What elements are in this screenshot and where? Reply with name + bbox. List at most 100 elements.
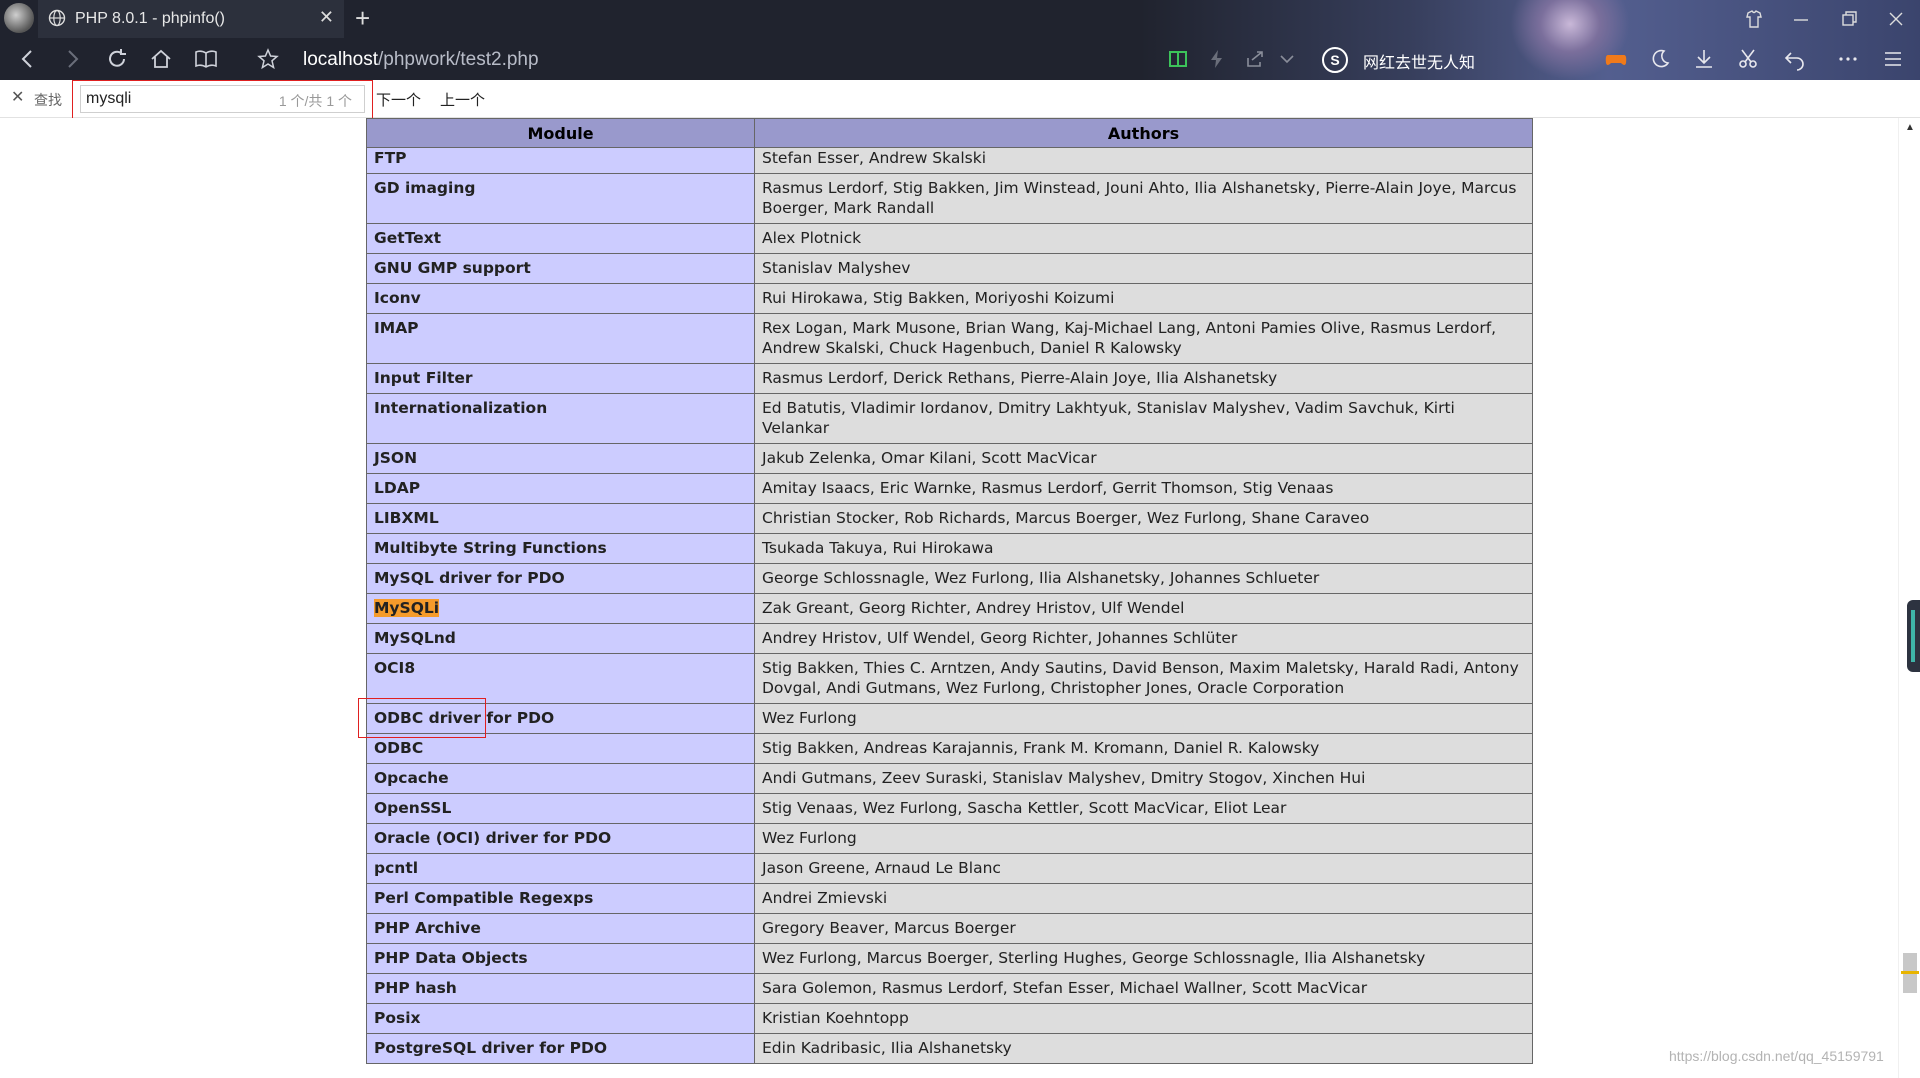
table-row: ODBC Stig Bakken, Andreas Karajannis, Fra…	[366, 733, 1533, 764]
module-name: Input Filter	[374, 369, 473, 387]
authors-cell: Stig Bakken, Thies C. Arntzen, Andy Saut…	[754, 653, 1533, 704]
scissors-icon[interactable]	[1736, 47, 1760, 71]
table-row: ODBC driver for PDO Wez Furlong	[366, 703, 1533, 734]
table-row: OCI8 Stig Bakken, Thies C. Arntzen, Andy …	[366, 653, 1533, 704]
table-row: Multibyte String Functions Tsukada Takuya…	[366, 533, 1533, 564]
lightning-icon[interactable]	[1205, 47, 1229, 71]
module-cell: Perl Compatible Regexps	[366, 883, 755, 914]
globe-icon	[48, 9, 66, 27]
module-cell: Opcache	[366, 763, 755, 794]
module-cell: IMAP	[366, 313, 755, 364]
module-cell: pcntl	[366, 853, 755, 884]
search-engine-icon[interactable]: S	[1322, 47, 1348, 73]
module-cell: GetText	[366, 223, 755, 254]
news-ticker[interactable]: 网红去世无人知	[1363, 49, 1475, 73]
home-icon[interactable]	[149, 47, 173, 71]
download-icon[interactable]	[1692, 47, 1716, 71]
tab-title: PHP 8.0.1 - phpinfo()	[75, 10, 226, 27]
table-header-row: Module Authors	[366, 118, 1533, 148]
compat-mode-icon[interactable]	[1166, 47, 1190, 71]
module-cell: MySQL driver for PDO	[366, 563, 755, 594]
table-row: MySQL driver for PDO George Schlossnagle,…	[366, 563, 1533, 594]
close-find-icon[interactable]: ✕	[11, 87, 24, 107]
reader-icon[interactable]	[194, 47, 218, 71]
table-row: Posix Kristian Koehntopp	[366, 1003, 1533, 1034]
module-name: GNU GMP support	[374, 259, 531, 277]
module-name: OpenSSL	[374, 799, 452, 817]
authors-cell: Kristian Koehntopp	[754, 1003, 1533, 1034]
module-cell: OCI8	[366, 653, 755, 704]
authors-cell: Stanislav Malyshev	[754, 253, 1533, 284]
module-cell: Oracle (OCI) driver for PDO	[366, 823, 755, 854]
forward-icon[interactable]	[60, 47, 84, 71]
side-panel-tab[interactable]	[1907, 600, 1920, 672]
authors-cell: Tsukada Takuya, Rui Hirokawa	[754, 533, 1533, 564]
find-next-button[interactable]: 下一个	[376, 89, 421, 110]
module-name: Internationalization	[374, 399, 548, 417]
restore-icon[interactable]	[1840, 9, 1858, 29]
vertical-scrollbar[interactable]: ▲	[1898, 118, 1920, 1078]
table-row: MySQLnd Andrey Hristov, Ulf Wendel, Georg…	[366, 623, 1533, 654]
table-row: pcntl Jason Greene, Arnaud Le Blanc	[366, 853, 1533, 884]
undo-icon[interactable]	[1783, 47, 1807, 71]
url-path: /phpwork/test2.php	[378, 49, 539, 70]
authors-cell: Wez Furlong	[754, 703, 1533, 734]
module-name: LDAP	[374, 479, 421, 497]
refresh-icon[interactable]	[105, 47, 129, 71]
user-avatar[interactable]	[4, 3, 34, 33]
module-cell: FTP	[366, 147, 755, 174]
find-match-marker	[1901, 971, 1919, 974]
new-tab-button[interactable]: +	[355, 4, 370, 32]
night-mode-icon[interactable]	[1648, 47, 1672, 71]
authors-cell: Rui Hirokawa, Stig Bakken, Moriyoshi Koi…	[754, 283, 1533, 314]
share-icon[interactable]	[1243, 47, 1267, 71]
table-row: GetText Alex Plotnick	[366, 223, 1533, 254]
shirt-icon[interactable]	[1744, 9, 1764, 29]
table-row: PHP hash Sara Golemon, Rasmus Lerdorf, St…	[366, 973, 1533, 1004]
browser-chrome: PHP 8.0.1 - phpinfo() ✕ + localhost/phpw…	[0, 0, 1920, 80]
module-name: Oracle (OCI) driver for PDO	[374, 829, 612, 847]
scroll-up-arrow-icon[interactable]: ▲	[1905, 122, 1915, 133]
module-name: PostgreSQL driver for PDO	[374, 1039, 608, 1057]
back-icon[interactable]	[16, 47, 40, 71]
table-row: OpenSSL Stig Venaas, Wez Furlong, Sascha …	[366, 793, 1533, 824]
close-tab-icon[interactable]: ✕	[319, 7, 334, 28]
table-body: FTP Stefan Esser, Andrew Skalski GD imagin…	[366, 147, 1533, 1064]
find-bar: ✕ 查找 1 个/共 1 个 下一个 上一个	[0, 80, 1920, 118]
table-row: LDAP Amitay Isaacs, Eric Warnke, Rasmus L…	[366, 473, 1533, 504]
module-name: IMAP	[374, 319, 419, 337]
game-icon[interactable]	[1604, 47, 1628, 71]
module-name: MySQL driver for PDO	[374, 569, 565, 587]
tab-phpinfo[interactable]: PHP 8.0.1 - phpinfo() ✕	[38, 0, 344, 38]
find-input-container: 1 个/共 1 个	[80, 85, 365, 113]
module-cell: Internationalization	[366, 393, 755, 444]
table-row: MySQLi Zak Greant, Georg Richter, Andrey …	[366, 593, 1533, 624]
find-prev-button[interactable]: 上一个	[440, 89, 485, 110]
bookmark-star-icon[interactable]	[256, 47, 280, 71]
module-name: MySQLi	[374, 599, 440, 617]
authors-cell: Zak Greant, Georg Richter, Andrey Hristo…	[754, 593, 1533, 624]
table-row: LIBXML Christian Stocker, Rob Richards, M…	[366, 503, 1533, 534]
table-row: Opcache Andi Gutmans, Zeev Suraski, Stani…	[366, 763, 1533, 794]
authors-cell: Rex Logan, Mark Musone, Brian Wang, Kaj-…	[754, 313, 1533, 364]
address-bar[interactable]: localhost/phpwork/test2.php	[303, 49, 539, 71]
module-cell: Input Filter	[366, 363, 755, 394]
module-cell: GD imaging	[366, 173, 755, 224]
minimize-icon[interactable]	[1792, 9, 1810, 29]
credits-table: Module Authors FTP Stefan Esser, Andrew S…	[366, 118, 1533, 1064]
table-row: GD imaging Rasmus Lerdorf, Stig Bakken, J…	[366, 173, 1533, 224]
authors-cell: Gregory Beaver, Marcus Boerger	[754, 913, 1533, 944]
module-cell: JSON	[366, 443, 755, 474]
chevron-down-icon[interactable]	[1275, 47, 1299, 71]
authors-cell: Christian Stocker, Rob Richards, Marcus …	[754, 503, 1533, 534]
authors-cell: Sara Golemon, Rasmus Lerdorf, Stefan Ess…	[754, 973, 1533, 1004]
close-window-icon[interactable]	[1887, 9, 1905, 29]
authors-cell: Stig Venaas, Wez Furlong, Sascha Kettler…	[754, 793, 1533, 824]
table-row: GNU GMP support Stanislav Malyshev	[366, 253, 1533, 284]
find-input[interactable]	[86, 89, 256, 109]
module-name: OCI8	[374, 659, 416, 677]
more-icon[interactable]	[1836, 47, 1860, 71]
module-cell: PostgreSQL driver for PDO	[366, 1033, 755, 1064]
menu-icon[interactable]	[1881, 47, 1905, 71]
table-row: PHP Data Objects Wez Furlong, Marcus Boer…	[366, 943, 1533, 974]
